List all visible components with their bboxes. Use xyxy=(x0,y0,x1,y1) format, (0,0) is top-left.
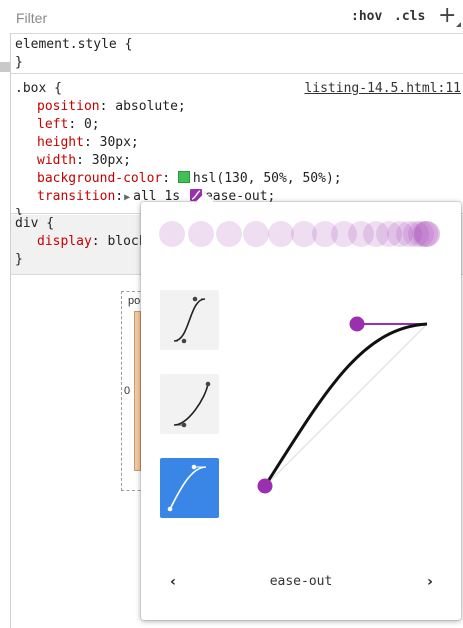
color-swatch[interactable] xyxy=(177,171,190,183)
hover-state-toggle[interactable]: :hov xyxy=(351,9,382,24)
property-name[interactable]: height xyxy=(37,135,84,150)
source-link[interactable]: listing-14.5.html:11 xyxy=(304,80,461,98)
box-model-value[interactable]: 0 xyxy=(124,385,130,397)
property-name[interactable]: transition xyxy=(37,189,115,204)
box-rule: .box { listing-14.5.html:11 position: ab… xyxy=(11,80,463,222)
filter-bar: :hov .cls + xyxy=(10,0,463,34)
property-name[interactable]: left xyxy=(37,117,68,132)
property-value[interactable]: absolute; xyxy=(115,99,185,114)
property-name[interactable]: display xyxy=(37,234,92,249)
rule-close: } xyxy=(15,55,23,70)
rule-selector[interactable]: element.style { xyxy=(15,36,463,54)
property-line: width: 30px; xyxy=(37,153,131,168)
property-line: height: 30px; xyxy=(37,135,139,150)
expand-triangle-icon[interactable]: ▶ xyxy=(124,189,130,207)
property-line: background-color: hsl(130, 50%, 50%); xyxy=(37,171,342,186)
filter-input[interactable] xyxy=(16,9,296,27)
control-point-handle[interactable] xyxy=(257,478,273,494)
property-value[interactable]: 30px; xyxy=(92,153,131,168)
control-point-handle[interactable] xyxy=(349,316,365,332)
add-rule-button[interactable]: + xyxy=(438,3,456,28)
panel-edge-marker xyxy=(0,62,10,72)
preset-ease-out[interactable] xyxy=(160,458,219,518)
animation-preview xyxy=(159,221,440,247)
preset-ease-in-out[interactable] xyxy=(160,290,219,350)
preset-ease-in[interactable] xyxy=(160,374,219,434)
property-name[interactable]: width xyxy=(37,153,76,168)
next-preset-button[interactable]: › xyxy=(420,572,440,592)
property-name[interactable]: position xyxy=(37,99,100,114)
preset-curve-icon xyxy=(173,296,206,344)
bezier-editor-popover: ‹ ease-out › xyxy=(141,192,461,620)
easing-name-label: ease-out xyxy=(269,574,333,589)
property-line: position: absolute; xyxy=(37,99,186,114)
add-rule-menu-icon[interactable] xyxy=(456,22,461,27)
element-style-rule: element.style { } xyxy=(11,36,463,74)
bezier-curve-editor[interactable] xyxy=(251,282,451,582)
property-value[interactable]: 0; xyxy=(84,117,100,132)
box-model-content xyxy=(134,311,141,471)
linear-reference-line xyxy=(264,323,428,487)
property-value[interactable]: 30px; xyxy=(100,135,139,150)
preset-curve-icon xyxy=(167,464,207,512)
property-name[interactable]: background-color xyxy=(37,171,162,186)
property-value[interactable]: hsl(130, 50%, 50%); xyxy=(193,171,342,186)
class-toggle[interactable]: .cls xyxy=(394,9,425,24)
box-model-label: po xyxy=(128,295,141,307)
property-line: left: 0; xyxy=(37,117,100,132)
previous-preset-button[interactable]: ‹ xyxy=(163,572,183,592)
preset-curve-icon xyxy=(173,381,211,428)
